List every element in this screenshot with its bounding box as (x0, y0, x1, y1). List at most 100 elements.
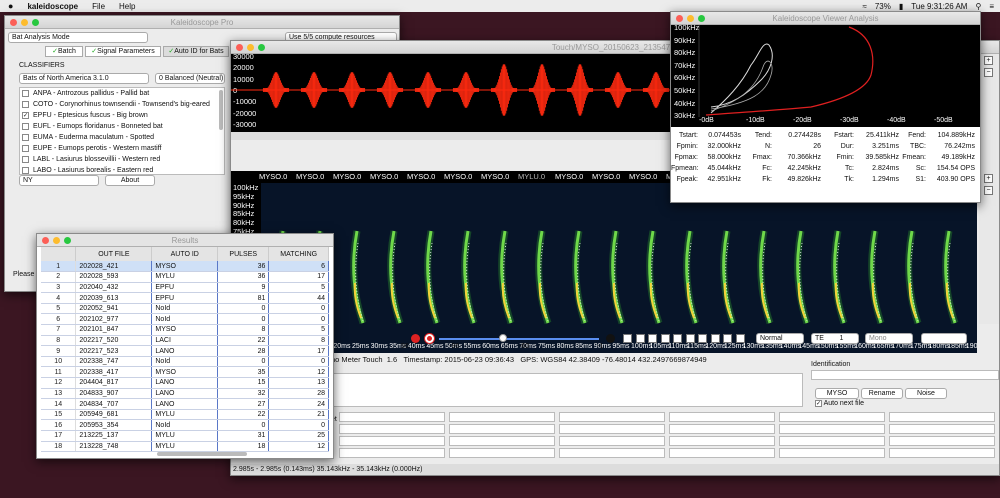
extra-select[interactable] (921, 333, 967, 344)
minimize-icon[interactable] (247, 44, 254, 51)
table-row[interactable]: 6 202102_977 NoId 0 0 (41, 313, 329, 326)
table-row[interactable]: 13 204833_907 LANO 32 28 (41, 388, 329, 400)
metadata-field[interactable] (669, 424, 775, 434)
noise-button[interactable]: Noise (905, 388, 947, 399)
id-myso-button[interactable]: MYSO (815, 388, 859, 399)
zoom-icon[interactable] (32, 19, 39, 26)
record-icon[interactable] (411, 334, 420, 343)
species-item[interactable]: EUMA - Euderma maculatum - Spotted (20, 132, 224, 143)
checkbox-icon[interactable] (22, 134, 29, 141)
loop-icon[interactable] (723, 334, 732, 343)
menu-help[interactable]: Help (119, 2, 135, 11)
metadata-field[interactable] (669, 448, 775, 458)
gain-slider-knob[interactable] (499, 334, 507, 342)
metadata-field[interactable] (889, 412, 995, 422)
species-item[interactable]: EUFL - Eumops floridanus - Bonneted bat (20, 121, 224, 132)
notes-field[interactable] (331, 373, 803, 407)
table-row[interactable]: 9 202217_523 LANO 28 17 (41, 345, 329, 357)
record-alt-icon[interactable] (425, 334, 434, 343)
marker-tool-icon[interactable] (635, 334, 645, 343)
channel-select[interactable]: Mono (865, 333, 913, 344)
table-row[interactable]: 1 202028_421 MYSO 36 6 (41, 261, 329, 273)
checkbox-icon[interactable] (22, 167, 29, 174)
minimize-icon[interactable] (687, 15, 694, 22)
stop-icon[interactable] (606, 334, 615, 343)
checkbox-icon[interactable] (22, 145, 29, 152)
table-row[interactable]: 8 202217_520 LACI 22 8 (41, 335, 329, 347)
speaker-icon[interactable] (735, 334, 745, 343)
results-hscrollbar[interactable] (157, 452, 247, 456)
tab-auto-id[interactable]: ✓Auto ID for Bats (163, 46, 229, 57)
metadata-field[interactable] (339, 448, 445, 458)
metadata-field[interactable] (559, 412, 665, 422)
species-item[interactable]: EUPE - Eumops perotis - Western mastiff (20, 143, 224, 154)
metadata-field[interactable] (339, 412, 445, 422)
minimize-icon[interactable] (21, 19, 28, 26)
balance-select[interactable]: 0 Balanced (Neutral) (155, 73, 225, 84)
tab-batch[interactable]: ✓Batch (45, 46, 83, 57)
zoom-out-icon[interactable]: − (984, 68, 993, 77)
gain-slider[interactable] (439, 338, 599, 340)
clock[interactable]: Tue 9:31:26 AM (911, 2, 967, 11)
checkbox-icon[interactable] (22, 101, 29, 108)
zoom-icon[interactable] (698, 15, 705, 22)
table-row[interactable]: 18 213228_748 MYLU 18 12 (41, 441, 329, 453)
close-icon[interactable] (42, 237, 49, 244)
apple-icon[interactable]: ● (8, 1, 13, 11)
metadata-field[interactable] (779, 412, 885, 422)
te-select[interactable]: TE 1 (811, 333, 859, 344)
header-out-file[interactable]: OUT FILE (75, 247, 153, 261)
species-item[interactable]: LABL - Lasiurus blossevillii - Western r… (20, 154, 224, 165)
header-auto-id[interactable]: AUTO ID (151, 247, 219, 261)
table-row[interactable]: 5 202052_941 NoId 0 0 (41, 303, 329, 315)
species-scrollbar[interactable] (219, 90, 223, 130)
zoom-tool-icon[interactable] (673, 334, 682, 343)
cursor-tool-icon[interactable] (648, 334, 657, 343)
metadata-field[interactable] (449, 424, 555, 434)
analysis-plot[interactable]: 100kHz 90kHz 80kHz 70kHz 60kHz 50kHz 40kHz 30kH… (671, 23, 980, 127)
select-tool-icon[interactable] (623, 334, 632, 343)
metadata-field[interactable] (339, 424, 445, 434)
metadata-field[interactable] (559, 448, 665, 458)
header-matching[interactable]: MATCHING (268, 247, 329, 261)
zoom-icon[interactable] (258, 44, 265, 51)
metadata-field[interactable] (339, 436, 445, 446)
metadata-field[interactable] (559, 436, 665, 446)
table-row[interactable]: 15 205949_681 MYLU 22 21 (41, 409, 329, 421)
about-button[interactable]: About (105, 175, 155, 186)
region-select[interactable]: NY (19, 175, 99, 186)
id-species-field[interactable] (811, 370, 999, 380)
metadata-field[interactable] (449, 412, 555, 422)
metadata-field[interactable] (889, 424, 995, 434)
classifier-select[interactable]: Bats of North America 3.1.0 (19, 73, 149, 84)
table-row[interactable]: 2 202028_593 MYLU 36 17 (41, 271, 329, 283)
zoom-in-icon[interactable]: + (984, 56, 993, 65)
mode-select[interactable]: Bat Analysis Mode (8, 32, 148, 43)
crop-tool-icon[interactable] (660, 334, 670, 343)
table-row[interactable]: 4 202039_613 EPFU 81 44 (41, 292, 329, 304)
species-item[interactable]: ANPA - Antrozous pallidus - Pallid bat (20, 88, 224, 99)
close-icon[interactable] (236, 44, 243, 51)
metadata-field[interactable] (449, 448, 555, 458)
metadata-field[interactable] (669, 436, 775, 446)
metadata-field[interactable] (779, 448, 885, 458)
species-item[interactable]: COTO - Corynorhinus townsendii - Townsen… (20, 99, 224, 110)
table-row[interactable]: 11 202338_417 MYSO 35 12 (41, 366, 329, 379)
metadata-field[interactable] (559, 424, 665, 434)
metadata-field[interactable] (449, 436, 555, 446)
wifi-icon[interactable]: ≈ (862, 2, 866, 11)
metadata-field[interactable] (779, 436, 885, 446)
menu-file[interactable]: File (92, 2, 105, 11)
close-icon[interactable] (10, 19, 17, 26)
table-row[interactable]: 16 205953_354 NoId 0 0 (41, 419, 329, 431)
zoom-icon[interactable] (64, 237, 71, 244)
metadata-field[interactable] (669, 412, 775, 422)
species-item[interactable]: ✓ EPFU - Eptesicus fuscus - Big brown (20, 110, 224, 121)
filter-tool-icon[interactable] (685, 334, 695, 343)
metadata-field[interactable] (889, 448, 995, 458)
tab-signal-parameters[interactable]: ✓Signal Parameters (85, 46, 161, 57)
search-icon[interactable]: ⚲ (975, 2, 981, 11)
menu-app-name[interactable]: kaleidoscope (27, 2, 78, 11)
checkbox-icon[interactable] (22, 123, 29, 130)
battery-icon[interactable]: ▮ (899, 2, 903, 11)
